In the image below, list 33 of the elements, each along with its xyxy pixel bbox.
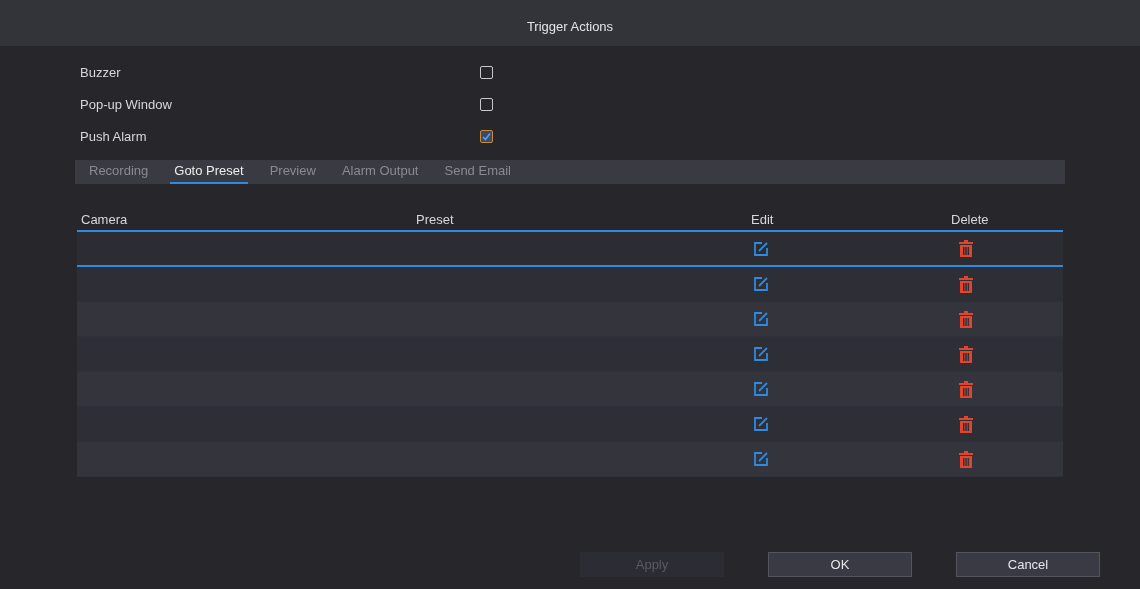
tab[interactable]: Goto Preset [170, 160, 248, 184]
edit-icon[interactable] [753, 276, 769, 292]
column-header: Delete [951, 212, 989, 227]
edit-icon[interactable] [753, 346, 769, 362]
checkbox[interactable] [480, 98, 493, 111]
dialog-button[interactable]: Cancel [956, 552, 1100, 577]
trash-icon[interactable] [959, 310, 973, 328]
option-label: Push Alarm [80, 127, 148, 146]
column-header: Edit [751, 212, 774, 227]
trash-icon[interactable] [959, 275, 973, 293]
column-header: Camera [81, 212, 128, 227]
option-label: Pop-up Window [80, 95, 173, 114]
column-header: Preset [416, 212, 454, 227]
checkbox[interactable] [480, 66, 493, 79]
trash-icon[interactable] [959, 240, 973, 257]
tab[interactable]: Preview [265, 160, 320, 184]
option-label: Buzzer [80, 63, 122, 82]
table-row[interactable] [77, 232, 1063, 267]
tab[interactable]: Alarm Output [337, 160, 423, 184]
edit-icon[interactable] [753, 451, 769, 467]
tab[interactable]: Send Email [440, 160, 515, 184]
tab[interactable]: Recording [85, 160, 153, 184]
trash-icon[interactable] [959, 415, 973, 433]
trash-icon[interactable] [959, 345, 973, 363]
trash-icon[interactable] [959, 380, 973, 398]
checkbox[interactable] [480, 130, 493, 143]
window-title: Trigger Actions [526, 18, 614, 36]
dialog-button[interactable]: OK [768, 552, 912, 577]
edit-icon[interactable] [753, 311, 769, 327]
edit-icon[interactable] [753, 416, 769, 432]
edit-icon[interactable] [753, 381, 769, 397]
trash-icon[interactable] [959, 450, 973, 468]
edit-icon[interactable] [753, 240, 769, 257]
